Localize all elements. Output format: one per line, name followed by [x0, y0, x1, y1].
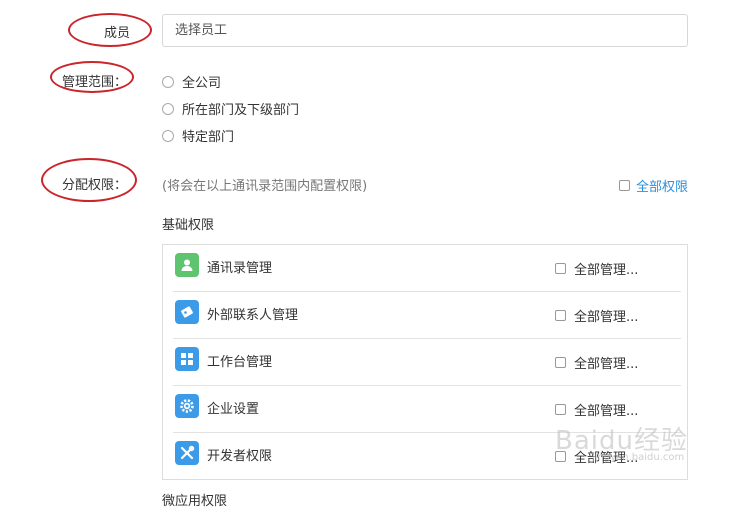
micro-app-permissions-title: 微应用权限 — [162, 494, 228, 509]
workbench-icon — [175, 347, 199, 371]
tools-icon — [175, 441, 199, 465]
permission-row: 通讯录管理 全部管理... — [173, 245, 681, 292]
all-permissions-label[interactable]: 全部权限 — [636, 176, 688, 195]
radio-icon[interactable] — [162, 75, 174, 88]
checkbox-icon[interactable] — [555, 263, 566, 274]
member-select-input[interactable] — [162, 14, 688, 47]
checkbox-icon[interactable] — [619, 180, 630, 191]
scope-option-dept[interactable]: 所在部门及下级部门 — [162, 99, 299, 118]
permission-name: 企业设置 — [207, 402, 260, 417]
permission-all-label: 全部管理... — [574, 357, 639, 372]
permission-name: 通讯录管理 — [207, 261, 273, 276]
permission-all-toggle[interactable]: 全部管理... — [555, 353, 638, 372]
checkbox-icon[interactable] — [555, 310, 566, 321]
permission-all-toggle[interactable]: 全部管理... — [555, 306, 638, 325]
scope-label: 管理范围： — [62, 75, 128, 90]
checkbox-icon[interactable] — [555, 404, 566, 415]
permission-row: 工作台管理 全部管理... — [173, 339, 681, 386]
permission-all-label: 全部管理... — [574, 404, 639, 419]
scope-option-company[interactable]: 全公司 — [162, 72, 221, 91]
permission-name: 工作台管理 — [207, 355, 273, 370]
permission-all-label: 全部管理... — [574, 263, 639, 278]
external-contact-icon — [175, 300, 199, 324]
permission-all-toggle[interactable]: 全部管理... — [555, 259, 638, 278]
permissions-hint: (将会在以上通讯录范围内配置权限) — [162, 179, 368, 194]
gear-icon — [175, 394, 199, 418]
radio-icon[interactable] — [162, 102, 174, 115]
basic-permissions-title: 基础权限 — [162, 218, 215, 233]
member-label: 成员 — [104, 26, 131, 41]
radio-icon[interactable] — [162, 129, 174, 142]
scope-option-specific[interactable]: 特定部门 — [162, 126, 234, 145]
baidu-watermark-url: jingyan.baidu.com — [592, 452, 685, 463]
permission-name: 开发者权限 — [207, 449, 273, 464]
scope-option-label: 全公司 — [182, 76, 222, 91]
contacts-icon — [175, 253, 199, 277]
permission-row: 外部联系人管理 全部管理... — [173, 292, 681, 339]
scope-option-label: 特定部门 — [182, 130, 235, 145]
permission-all-toggle[interactable]: 全部管理... — [555, 400, 638, 419]
permission-all-label: 全部管理... — [574, 310, 639, 325]
permissions-label: 分配权限： — [62, 178, 128, 193]
scope-option-label: 所在部门及下级部门 — [182, 103, 300, 118]
checkbox-icon[interactable] — [555, 357, 566, 368]
all-permissions-toggle[interactable]: 全部权限 — [619, 176, 688, 195]
permission-name: 外部联系人管理 — [207, 308, 299, 323]
